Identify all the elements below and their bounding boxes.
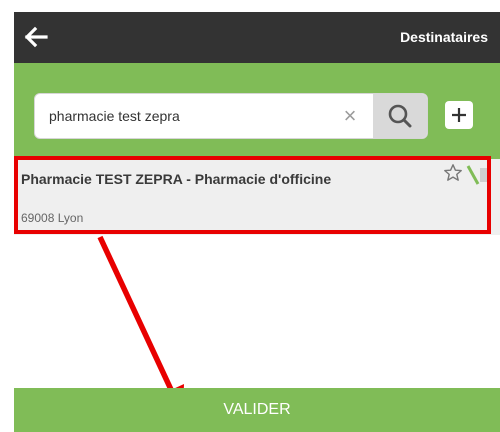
plus-icon — [452, 108, 466, 122]
result-location: 69008 Lyon — [21, 211, 84, 225]
search-input[interactable] — [49, 94, 349, 138]
search-bar-area: × — [14, 63, 500, 159]
back-button[interactable] — [24, 25, 50, 49]
add-recipient-button[interactable] — [445, 101, 473, 129]
star-outline-icon[interactable] — [443, 163, 463, 183]
search-icon — [388, 104, 412, 128]
app-header: Destinataires — [14, 12, 500, 63]
page-title: Destinataires — [400, 29, 488, 45]
validate-button[interactable]: VALIDER — [14, 388, 500, 432]
search-box: × — [34, 93, 428, 139]
clear-search-button[interactable]: × — [335, 94, 365, 138]
arrow-left-icon — [24, 26, 48, 48]
close-icon: × — [343, 103, 357, 128]
list-item[interactable]: Pharmacie TEST ZEPRA - Pharmacie d'offic… — [14, 159, 500, 235]
cut-off-icon — [466, 165, 490, 185]
search-button[interactable] — [373, 94, 427, 138]
result-title: Pharmacie TEST ZEPRA - Pharmacie d'offic… — [21, 171, 332, 187]
